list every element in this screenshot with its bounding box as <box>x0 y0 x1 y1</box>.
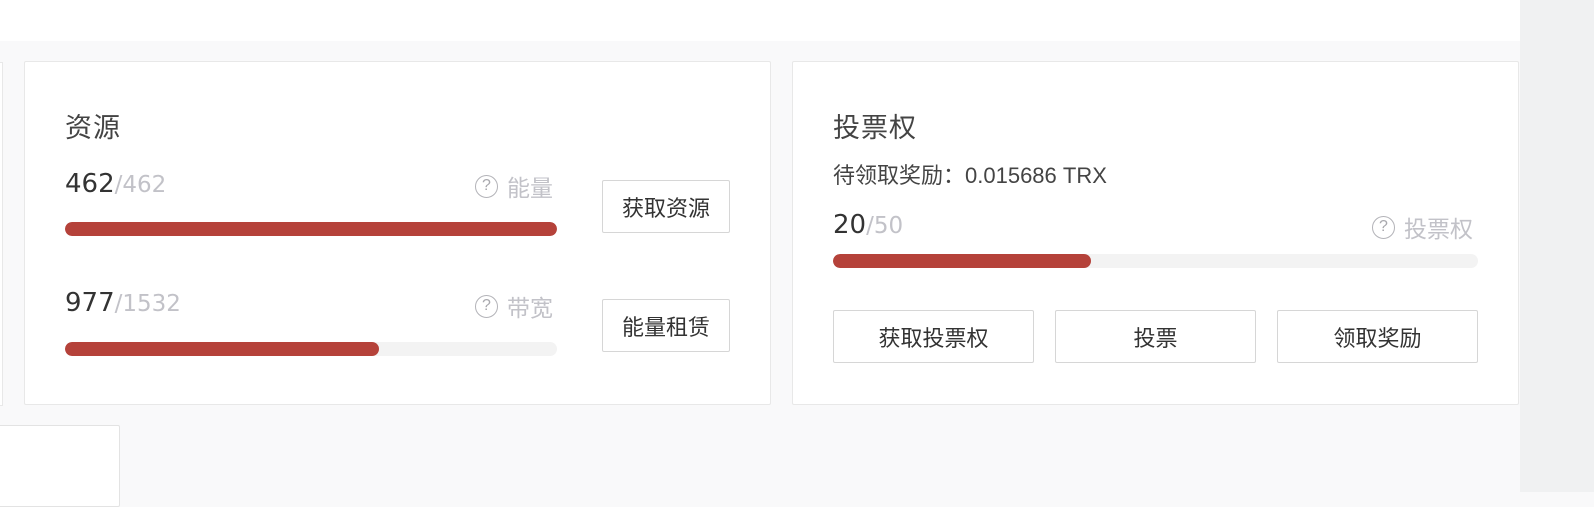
get-resources-button[interactable]: 获取资源 <box>602 180 730 233</box>
energy-counter: 462/462 <box>65 169 166 199</box>
right-side-strip <box>1520 0 1594 492</box>
votes-counter: 20/50 <box>833 210 903 240</box>
question-circle-icon[interactable]: ? <box>1372 215 1395 239</box>
bandwidth-progress-fill <box>65 342 379 356</box>
bandwidth-label: 带宽 <box>507 296 553 322</box>
bandwidth-counter: 977/1532 <box>65 288 181 318</box>
energy-rent-button[interactable]: 能量租赁 <box>602 299 730 352</box>
energy-progress-fill <box>65 222 557 236</box>
top-bar <box>0 0 1520 41</box>
bandwidth-help[interactable]: ? 带宽 <box>475 289 553 323</box>
votes-progress-bar <box>833 254 1478 268</box>
votes-total: /50 <box>866 213 904 239</box>
claim-reward-button[interactable]: 领取奖励 <box>1277 310 1478 363</box>
resources-title: 资源 <box>65 113 121 144</box>
pending-reward: 待领取奖励：0.015686 TRX <box>833 158 1107 190</box>
voting-title: 投票权 <box>833 113 917 144</box>
energy-progress-bar <box>65 222 557 236</box>
bottom-partial-card <box>0 425 120 507</box>
energy-total: /462 <box>114 172 167 198</box>
votes-label: 投票权 <box>1404 217 1473 243</box>
question-circle-icon[interactable]: ? <box>475 294 498 318</box>
energy-label: 能量 <box>507 176 553 202</box>
question-circle-icon[interactable]: ? <box>475 174 498 198</box>
votes-progress-fill <box>833 254 1091 268</box>
vote-button[interactable]: 投票 <box>1055 310 1256 363</box>
bandwidth-progress-bar <box>65 342 557 356</box>
left-adjacent-card <box>0 62 3 406</box>
bandwidth-used: 977 <box>65 288 115 318</box>
energy-help[interactable]: ? 能量 <box>475 169 553 203</box>
resources-card: 资源 462/462 ? 能量 977/1532 ? 带宽 获取资源 能量租赁 <box>24 61 771 405</box>
pending-reward-label: 待领取奖励： <box>833 164 966 189</box>
votes-help[interactable]: ? 投票权 <box>1372 210 1473 244</box>
get-votes-button[interactable]: 获取投票权 <box>833 310 1034 363</box>
energy-used: 462 <box>65 169 115 199</box>
votes-used: 20 <box>833 210 867 240</box>
voting-card: 投票权 待领取奖励：0.015686 TRX 20/50 ? 投票权 获取投票权… <box>792 61 1519 405</box>
pending-reward-value: 0.015686 TRX <box>965 163 1107 188</box>
bandwidth-total: /1532 <box>114 291 181 317</box>
